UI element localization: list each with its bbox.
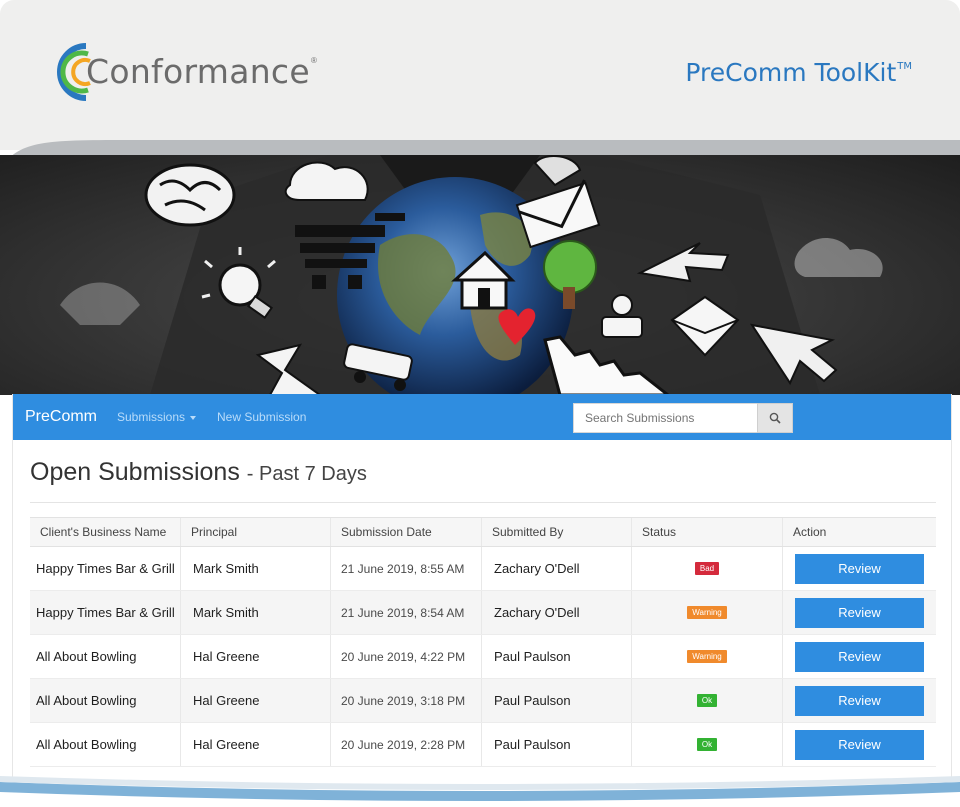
marketing-frame: Conformance ® PreComm ToolKitTM PreComm … bbox=[0, 0, 960, 807]
client-name: All About Bowling bbox=[30, 679, 181, 722]
column-header[interactable]: Action bbox=[783, 518, 936, 546]
column-header[interactable]: Submitted By bbox=[482, 518, 632, 546]
status-badge: Ok bbox=[696, 694, 718, 707]
action-cell: Review bbox=[783, 591, 936, 634]
search-button[interactable] bbox=[757, 403, 793, 433]
status-cell: Ok bbox=[632, 723, 783, 766]
submission-date: 20 June 2019, 2:28 PM bbox=[331, 723, 482, 766]
review-button[interactable]: Review bbox=[795, 553, 924, 584]
table-row: All About Bowling Hal Greene 20 June 201… bbox=[30, 635, 936, 679]
status-cell: Bad bbox=[632, 547, 783, 590]
table-row: All About Bowling Hal Greene 20 June 201… bbox=[30, 679, 936, 723]
nav-submissions-label: Submissions bbox=[117, 410, 186, 424]
client-name: All About Bowling bbox=[30, 635, 181, 678]
search-input[interactable] bbox=[573, 403, 757, 433]
faded-icon bbox=[60, 282, 140, 325]
principal: Hal Greene bbox=[181, 723, 331, 766]
status-cell: Warning bbox=[632, 591, 783, 634]
status-cell: Warning bbox=[632, 635, 783, 678]
status-badge: Bad bbox=[694, 562, 720, 575]
submitted-by: Zachary O'Dell bbox=[482, 547, 632, 590]
column-header[interactable]: Client's Business Name bbox=[30, 518, 181, 546]
review-button[interactable]: Review bbox=[795, 641, 924, 672]
principal: Hal Greene bbox=[181, 679, 331, 722]
client-name: Happy Times Bar & Grill bbox=[30, 591, 181, 634]
column-header[interactable]: Submission Date bbox=[331, 518, 482, 546]
table-row: Happy Times Bar & Grill Mark Smith 21 Ju… bbox=[30, 591, 936, 635]
review-button[interactable]: Review bbox=[795, 729, 924, 760]
submitted-by: Paul Paulson bbox=[482, 679, 632, 722]
status-badge: Warning bbox=[687, 606, 727, 619]
table-header-row: Client's Business Name Principal Submiss… bbox=[30, 517, 936, 547]
principal: Mark Smith bbox=[181, 591, 331, 634]
nav-submissions-dropdown[interactable]: Submissions bbox=[117, 410, 197, 424]
submission-date: 21 June 2019, 8:55 AM bbox=[331, 547, 482, 590]
status-badge: Ok bbox=[696, 738, 718, 751]
status-badge: Warning bbox=[687, 650, 727, 663]
action-cell: Review bbox=[783, 547, 936, 590]
submitted-by: Paul Paulson bbox=[482, 723, 632, 766]
registered-mark: ® bbox=[310, 55, 317, 65]
submitted-by: Zachary O'Dell bbox=[482, 591, 632, 634]
table-row: All About Bowling Hal Greene 20 June 201… bbox=[30, 723, 936, 767]
page-title-text: Open Submissions bbox=[30, 458, 240, 486]
column-header[interactable]: Status bbox=[632, 518, 783, 546]
product-title: PreComm ToolKitTM bbox=[685, 58, 912, 87]
footer-swoosh bbox=[0, 776, 960, 807]
client-name: Happy Times Bar & Grill bbox=[30, 547, 181, 590]
navbar: PreComm Submissions New Submission bbox=[13, 394, 951, 440]
review-button[interactable]: Review bbox=[795, 597, 924, 628]
logo-text: Conformance bbox=[86, 51, 310, 91]
table-row: Happy Times Bar & Grill Mark Smith 21 Ju… bbox=[30, 547, 936, 591]
product-title-text: PreComm ToolKit bbox=[685, 58, 897, 87]
conformance-logo: Conformance ® bbox=[46, 40, 317, 104]
caret-down-icon bbox=[190, 415, 197, 420]
submissions-table: Client's Business Name Principal Submiss… bbox=[30, 517, 936, 767]
submission-date: 20 June 2019, 3:18 PM bbox=[331, 679, 482, 722]
review-button[interactable]: Review bbox=[795, 685, 924, 716]
trademark-mark: TM bbox=[897, 61, 912, 72]
column-header[interactable]: Principal bbox=[181, 518, 331, 546]
brain-icon bbox=[144, 163, 236, 227]
search-icon bbox=[769, 412, 781, 424]
banner-illustration bbox=[60, 155, 883, 395]
page-subtitle: - Past 7 Days bbox=[246, 463, 367, 485]
submitted-by: Paul Paulson bbox=[482, 635, 632, 678]
principal: Hal Greene bbox=[181, 635, 331, 678]
status-cell: Ok bbox=[632, 679, 783, 722]
submission-date: 20 June 2019, 4:22 PM bbox=[331, 635, 482, 678]
action-cell: Review bbox=[783, 635, 936, 678]
header: Conformance ® PreComm ToolKitTM bbox=[0, 0, 960, 150]
action-cell: Review bbox=[783, 723, 936, 766]
app-panel: PreComm Submissions New Submission Open … bbox=[12, 394, 952, 789]
principal: Mark Smith bbox=[181, 547, 331, 590]
hero-banner bbox=[0, 155, 960, 395]
page-title: Open Submissions - Past 7 Days bbox=[30, 458, 367, 487]
faded-cloud-icon bbox=[794, 237, 883, 277]
action-cell: Review bbox=[783, 679, 936, 722]
divider bbox=[30, 502, 936, 503]
nav-new-submission[interactable]: New Submission bbox=[217, 410, 306, 424]
client-name: All About Bowling bbox=[30, 723, 181, 766]
app-brand[interactable]: PreComm bbox=[25, 408, 97, 426]
submission-date: 21 June 2019, 8:54 AM bbox=[331, 591, 482, 634]
